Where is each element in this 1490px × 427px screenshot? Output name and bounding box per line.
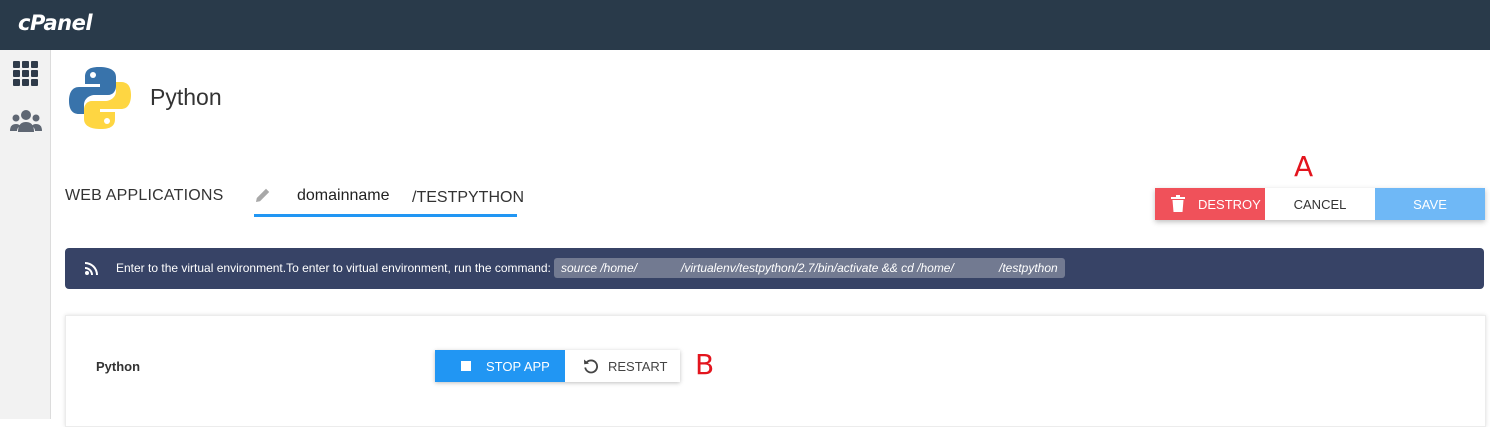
command-part: source /home/ [561, 261, 638, 275]
sidebar [0, 50, 51, 419]
notice-text: Enter to the virtual environment.To ente… [116, 261, 551, 275]
destroy-button[interactable]: DESTROY [1155, 188, 1265, 220]
app-url-tab[interactable]: domainname /TESTPYTHON [254, 180, 524, 217]
annotation-b: B [695, 348, 715, 381]
panel-label: Python [96, 359, 141, 374]
pencil-icon[interactable] [254, 186, 272, 204]
command-box[interactable]: source /home/ /virtualenv/testpython/2.7… [554, 258, 1065, 278]
command-part: /virtualenv/testpython/2.7/bin/activate … [681, 261, 954, 275]
page-title: Python [150, 84, 222, 110]
virtualenv-notice: Enter to the virtual environment.To ente… [65, 248, 1484, 289]
app-control-panel: Python STOP APP RESTART [65, 315, 1486, 427]
stop-label: STOP APP [486, 359, 550, 374]
grid-icon[interactable] [9, 58, 43, 90]
annotation-a: A [1294, 150, 1314, 183]
command-part: /testpython [999, 261, 1058, 275]
url-path: /TESTPYTHON [412, 189, 525, 206]
cpanel-logo[interactable]: cPanel [18, 11, 93, 35]
python-logo-icon [67, 65, 133, 131]
web-applications-breadcrumb[interactable]: WEB APPLICATIONS [65, 187, 224, 205]
save-button[interactable]: SAVE [1375, 188, 1485, 220]
stop-app-button[interactable]: STOP APP [435, 350, 565, 382]
destroy-label: DESTROY [1198, 197, 1261, 212]
users-icon[interactable] [9, 106, 43, 138]
url-domain: domainname [297, 187, 390, 204]
feed-icon [85, 262, 98, 275]
trash-icon [1171, 195, 1185, 212]
restart-label: RESTART [608, 359, 668, 374]
action-button-group: DESTROY CANCEL SAVE [1155, 188, 1485, 220]
cancel-button[interactable]: CANCEL [1265, 188, 1375, 220]
top-bar: cPanel [0, 0, 1490, 50]
restart-icon [583, 358, 599, 374]
stop-icon [461, 361, 471, 371]
app-control-buttons: STOP APP RESTART [435, 350, 680, 382]
restart-button[interactable]: RESTART [565, 350, 680, 382]
